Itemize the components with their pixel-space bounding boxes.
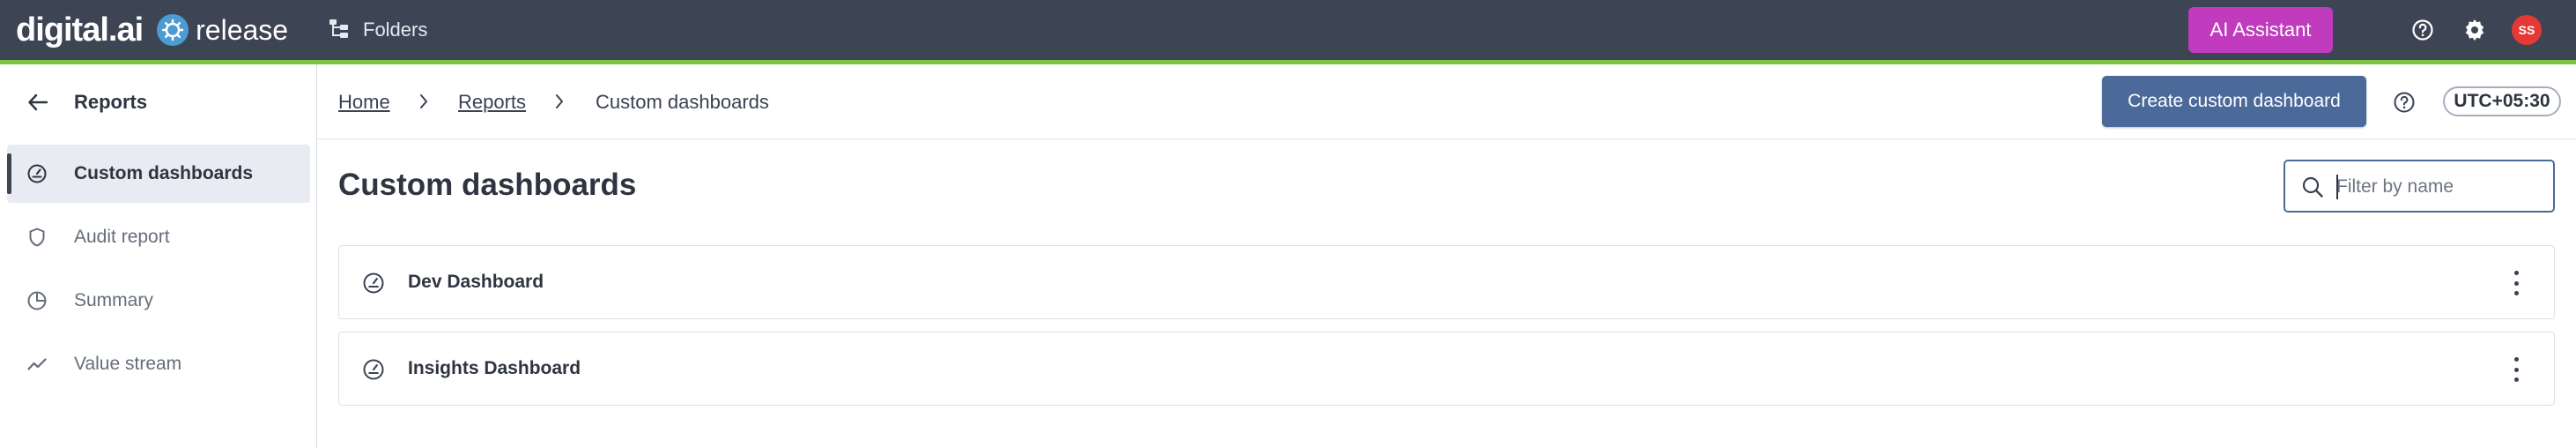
sidebar-item-label: Audit report [74, 227, 170, 247]
ai-assistant-button[interactable]: AI Assistant [2188, 7, 2333, 53]
breadcrumb-home[interactable]: Home [338, 91, 390, 114]
folders-nav-button[interactable]: Folders [328, 16, 427, 44]
search-icon [2301, 175, 2324, 198]
help-circle-icon[interactable] [2410, 18, 2435, 42]
brand-product-name: release [196, 13, 289, 46]
filter-by-name-input[interactable] [2336, 172, 2546, 202]
create-custom-dashboard-button[interactable]: Create custom dashboard [2102, 76, 2366, 127]
reports-sidebar: Reports Custom dashboards Audit report S… [0, 64, 317, 448]
back-arrow-icon[interactable] [25, 89, 51, 116]
sidebar-item-audit-report[interactable]: Audit report [7, 208, 310, 266]
dashboard-gauge-icon [26, 163, 48, 184]
sidebar-item-label: Summary [74, 290, 153, 310]
gear-icon[interactable] [2462, 18, 2487, 42]
dashboard-list-item[interactable]: Dev Dashboard [338, 245, 2555, 319]
dashboard-gauge-icon [362, 358, 385, 381]
dashboard-list-item[interactable]: Insights Dashboard [338, 332, 2555, 406]
folders-label: Folders [363, 19, 428, 41]
top-navigation-bar: digital.ai release Folders AI Assistant … [0, 0, 2576, 60]
dashboard-name: Insights Dashboard [408, 358, 581, 378]
user-avatar[interactable]: SS [2512, 15, 2542, 45]
sidebar-item-label: Custom dashboards [74, 163, 254, 183]
trend-line-icon [26, 354, 48, 375]
sidebar-item-custom-dashboards[interactable]: Custom dashboards [7, 145, 310, 203]
timezone-badge[interactable]: UTC+05:30 [2443, 86, 2561, 116]
chevron-right-icon [415, 92, 433, 111]
chevron-right-icon [551, 92, 568, 111]
pie-chart-icon [26, 290, 48, 311]
brand-digital-ai-text: digital.ai [16, 11, 144, 49]
text-cursor [2336, 175, 2338, 199]
breadcrumb-reports[interactable]: Reports [458, 91, 526, 114]
more-options-icon[interactable] [2512, 357, 2520, 382]
sidebar-title: Reports [74, 91, 148, 113]
sidebar-item-value-stream[interactable]: Value stream [7, 335, 310, 393]
dashboard-gauge-icon [362, 272, 385, 295]
folder-tree-icon [328, 17, 351, 44]
help-circle-icon[interactable] [2392, 90, 2417, 115]
brand-logo[interactable]: digital.ai release [16, 11, 288, 49]
shield-icon [26, 227, 48, 248]
sidebar-item-label: Value stream [74, 354, 182, 374]
sidebar-item-summary[interactable]: Summary [7, 272, 310, 330]
more-options-icon[interactable] [2512, 271, 2520, 295]
dashboard-name: Dev Dashboard [408, 272, 544, 292]
page-title: Custom dashboards [338, 168, 637, 202]
release-logo-icon [157, 14, 189, 46]
filter-search-box[interactable] [2284, 160, 2555, 213]
breadcrumb-current: Custom dashboards [596, 91, 769, 113]
